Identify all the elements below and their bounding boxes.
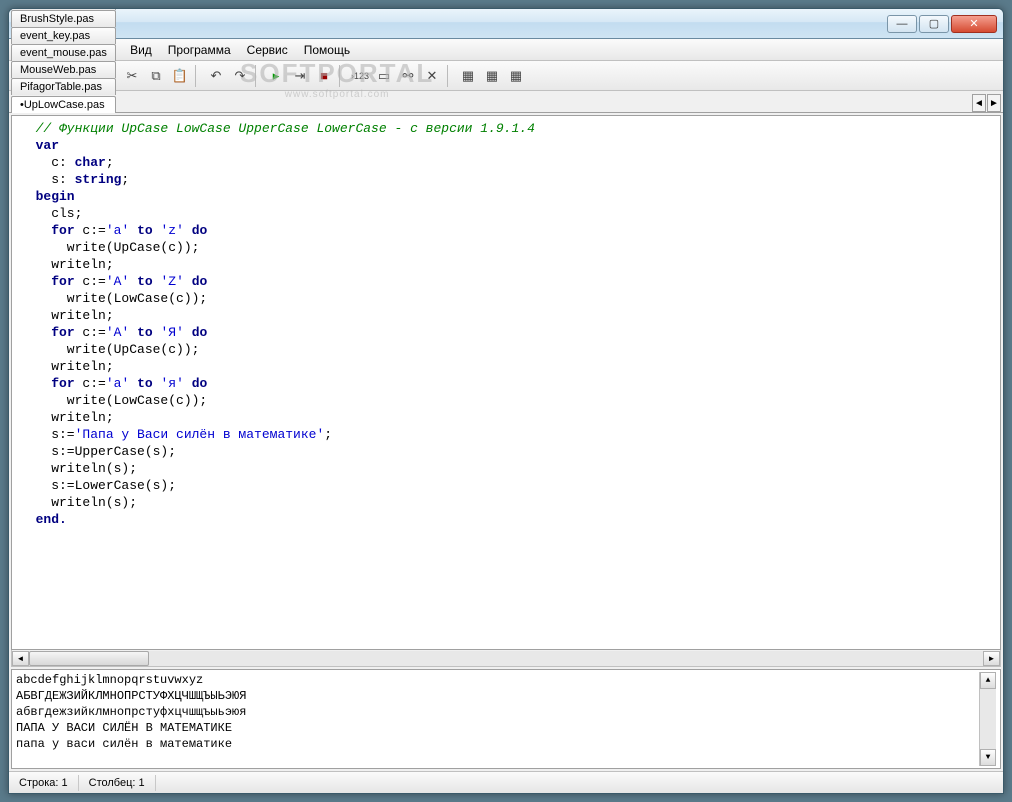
status-column: Столбец: 1 [79,775,156,791]
cut-icon[interactable]: ✂ [121,65,143,87]
window-icon[interactable]: ▭ [373,65,395,87]
toolbar: 🗋 📂 💾 ⬚ ✂ ⧉ 📋 ↶ ↷ ▸ ⇥ ■ ›123 ▭ ⚯ ✕ ▦ ▦ ▦ [9,61,1003,91]
file-tab[interactable]: •UpLowCase.pas [11,96,116,113]
statusbar: Строка: 1 Столбец: 1 [9,771,1003,793]
toolbar-separator [447,65,453,87]
minimize-button[interactable]: — [887,15,917,33]
status-line: Строка: 1 [9,775,79,791]
menu-item[interactable]: Сервис [239,41,296,59]
file-tab[interactable]: event_mouse.pas [11,44,116,61]
undo-icon[interactable]: ↶ [205,65,227,87]
tabs-scroll-left[interactable]: ◄ [972,94,986,112]
tabs-scroll-right[interactable]: ► [987,94,1001,112]
titlebar[interactable]: ABC Pascal ABC — ▢ ✕ [9,9,1003,39]
app-window: ABC Pascal ABC — ▢ ✕ ФайлПравкаВидПрогра… [8,8,1004,794]
stop-icon[interactable]: ■ [313,65,335,87]
menubar: ФайлПравкаВидПрограммаСервисПомощь [9,39,1003,61]
editor-hscroll[interactable]: ◄ ► [11,650,1001,667]
scroll-thumb[interactable] [29,651,149,666]
file-tab[interactable]: PifagorTable.pas [11,78,116,95]
redo-icon[interactable]: ↷ [229,65,251,87]
editor-area: // Функции UpCase LowCase UpperCase Lowe… [9,113,1003,669]
file-tab[interactable]: event_key.pas [11,27,116,44]
tool1-icon[interactable]: ▦ [457,65,479,87]
scroll-up-icon[interactable]: ▲ [980,672,996,689]
file-tab[interactable]: BrushStyle.pas [11,10,116,27]
menu-item[interactable]: Помощь [296,41,358,59]
output-vscroll[interactable]: ▲ ▼ [979,672,996,766]
output-content[interactable]: abcdefghijklmnopqrstuvwxyz АБВГДЕЖЗИЙКЛМ… [16,672,979,766]
scroll-track[interactable] [29,651,983,666]
scroll-left-icon[interactable]: ◄ [12,651,29,666]
goto-icon[interactable]: ›123 [349,65,371,87]
code-editor[interactable]: // Функции UpCase LowCase UpperCase Lowe… [11,115,1001,650]
file-tab[interactable]: MouseWeb.pas [11,61,116,78]
maximize-button[interactable]: ▢ [919,15,949,33]
copy-icon[interactable]: ⧉ [145,65,167,87]
scroll-down-icon[interactable]: ▼ [980,749,996,766]
delete-icon[interactable]: ✕ [421,65,443,87]
toolbar-separator [255,65,261,87]
toolbar-separator [195,65,201,87]
window-title: Pascal ABC [41,17,887,31]
link-icon[interactable]: ⚯ [397,65,419,87]
scroll-right-icon[interactable]: ► [983,651,1000,666]
output-panel: abcdefghijklmnopqrstuvwxyz АБВГДЕЖЗИЙКЛМ… [11,669,1001,769]
tool2-icon[interactable]: ▦ [481,65,503,87]
menu-item[interactable]: Вид [122,41,160,59]
tabs-row: InflateRect.paspolygon.pasromashka.pasme… [9,91,1003,113]
tool3-icon[interactable]: ▦ [505,65,527,87]
paste-icon[interactable]: 📋 [169,65,191,87]
run-icon[interactable]: ▸ [265,65,287,87]
close-button[interactable]: ✕ [951,15,997,33]
toolbar-separator [339,65,345,87]
step-icon[interactable]: ⇥ [289,65,311,87]
scroll-track[interactable] [980,689,996,749]
menu-item[interactable]: Программа [160,41,239,59]
